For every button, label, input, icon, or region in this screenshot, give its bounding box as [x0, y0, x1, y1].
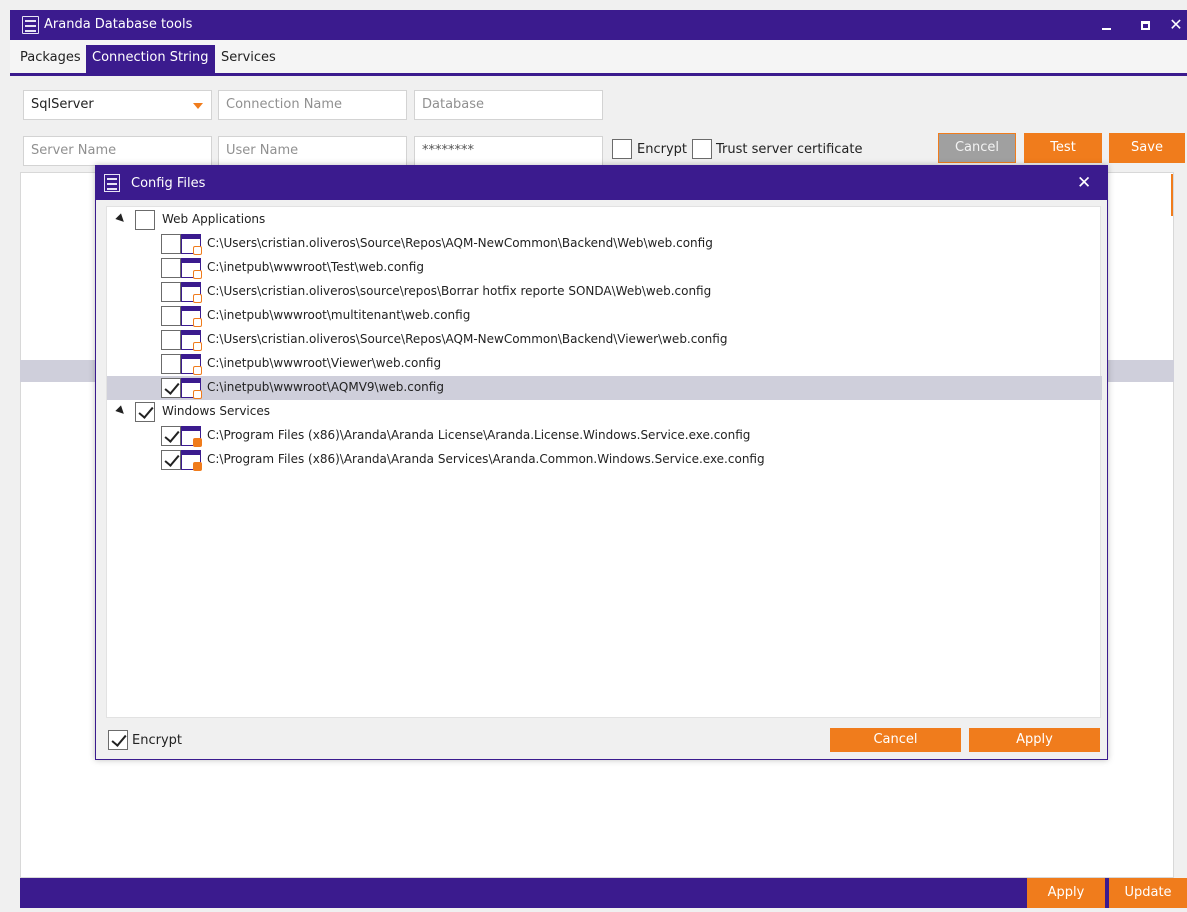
- web-config-icon: [181, 258, 202, 279]
- tree-group-web-applications[interactable]: Web Applications: [107, 208, 1102, 232]
- item-path: C:\Users\cristian.oliveros\source\repos\…: [207, 284, 712, 298]
- tree-item[interactable]: C:\Users\cristian.oliveros\Source\Repos\…: [107, 328, 1102, 352]
- database-input[interactable]: Database: [414, 90, 603, 120]
- provider-select[interactable]: SqlServer: [23, 90, 212, 120]
- update-button[interactable]: Update: [1109, 878, 1187, 908]
- save-button[interactable]: Save: [1109, 133, 1185, 163]
- dialog-title-bar: Config Files ✕: [96, 166, 1107, 200]
- web-config-icon: [181, 378, 202, 399]
- config-files-dialog: Config Files ✕ Web Applications C:\Users…: [95, 165, 1108, 760]
- database-app-icon: [104, 174, 120, 192]
- config-files-tree: Web Applications C:\Users\cristian.olive…: [106, 206, 1102, 718]
- tab-services[interactable]: Services: [215, 45, 282, 73]
- item-checkbox[interactable]: [161, 330, 181, 350]
- collapse-arrow-icon[interactable]: [115, 213, 127, 225]
- group-label: Web Applications: [162, 212, 266, 226]
- tree-item[interactable]: C:\inetpub\wwwroot\multitenant\web.confi…: [107, 304, 1102, 328]
- cancel-button[interactable]: Cancel: [938, 133, 1016, 163]
- item-checkbox[interactable]: [161, 282, 181, 302]
- tree-item[interactable]: C:\inetpub\wwwroot\Test\web.config: [107, 256, 1102, 280]
- dialog-encrypt-checkbox[interactable]: [108, 730, 128, 750]
- tree-item-selected[interactable]: C:\inetpub\wwwroot\AQMV9\web.config: [107, 376, 1102, 400]
- item-checkbox[interactable]: [161, 258, 181, 278]
- group-label: Windows Services: [162, 404, 270, 418]
- server-name-input[interactable]: Server Name: [23, 136, 212, 166]
- dialog-title: Config Files: [131, 176, 206, 191]
- encrypt-label: Encrypt: [637, 142, 687, 157]
- close-dialog-button[interactable]: ✕: [1077, 173, 1091, 193]
- panel-scroll-indicator: [1171, 174, 1173, 216]
- item-path: C:\inetpub\wwwroot\multitenant\web.confi…: [207, 308, 471, 322]
- chevron-down-icon: [193, 103, 203, 109]
- tree-item[interactable]: C:\inetpub\wwwroot\Viewer\web.config: [107, 352, 1102, 376]
- tree-item[interactable]: C:\Users\cristian.oliveros\Source\Repos\…: [107, 232, 1102, 256]
- item-checkbox[interactable]: [161, 378, 181, 398]
- encrypt-checkbox[interactable]: [612, 139, 632, 159]
- minimize-icon: [1101, 28, 1111, 30]
- web-config-icon: [181, 282, 202, 303]
- item-path: C:\inetpub\wwwroot\Viewer\web.config: [207, 356, 442, 370]
- item-checkbox[interactable]: [161, 306, 181, 326]
- dialog-apply-button[interactable]: Apply: [969, 728, 1100, 752]
- service-config-icon: [181, 450, 202, 471]
- item-path: C:\inetpub\wwwroot\AQMV9\web.config: [207, 380, 444, 394]
- password-input[interactable]: ********: [414, 136, 603, 166]
- dialog-cancel-button[interactable]: Cancel: [830, 728, 961, 752]
- tree-item[interactable]: C:\Program Files (x86)\Aranda\Aranda Lic…: [107, 424, 1102, 448]
- web-config-icon: [181, 234, 202, 255]
- service-config-icon: [181, 426, 202, 447]
- user-name-input[interactable]: User Name: [218, 136, 407, 166]
- minimize-button[interactable]: [1088, 10, 1124, 40]
- test-button[interactable]: Test: [1024, 133, 1102, 163]
- close-window-button[interactable]: ✕: [1158, 10, 1187, 40]
- tab-bar: Packages Connection String Services: [10, 40, 1187, 76]
- window-title: Aranda Database tools: [44, 17, 193, 32]
- tree-group-windows-services[interactable]: Windows Services: [107, 400, 1102, 424]
- provider-value: SqlServer: [31, 97, 94, 112]
- trust-certificate-label: Trust server certificate: [716, 142, 863, 157]
- item-path: C:\inetpub\wwwroot\Test\web.config: [207, 260, 424, 274]
- group-checkbox[interactable]: [135, 210, 155, 230]
- maximize-icon: [1140, 21, 1150, 30]
- web-config-icon: [181, 354, 202, 375]
- tree-item[interactable]: C:\Users\cristian.oliveros\source\repos\…: [107, 280, 1102, 304]
- web-config-icon: [181, 330, 202, 351]
- item-checkbox[interactable]: [161, 450, 181, 470]
- item-path: C:\Program Files (x86)\Aranda\Aranda Ser…: [207, 452, 765, 466]
- item-checkbox[interactable]: [161, 426, 181, 446]
- apply-button[interactable]: Apply: [1027, 878, 1105, 908]
- item-checkbox[interactable]: [161, 234, 181, 254]
- trust-certificate-checkbox[interactable]: [692, 139, 712, 159]
- web-config-icon: [181, 306, 202, 327]
- item-path: C:\Users\cristian.oliveros\Source\Repos\…: [207, 236, 713, 250]
- item-path: C:\Program Files (x86)\Aranda\Aranda Lic…: [207, 428, 751, 442]
- tab-packages[interactable]: Packages: [14, 45, 87, 73]
- tree-item[interactable]: C:\Program Files (x86)\Aranda\Aranda Ser…: [107, 448, 1102, 472]
- group-checkbox[interactable]: [135, 402, 155, 422]
- collapse-arrow-icon[interactable]: [115, 405, 127, 417]
- connection-name-input[interactable]: Connection Name: [218, 90, 407, 120]
- item-checkbox[interactable]: [161, 354, 181, 374]
- item-path: C:\Users\cristian.oliveros\Source\Repos\…: [207, 332, 728, 346]
- dialog-encrypt-label: Encrypt: [132, 733, 182, 748]
- status-bar: Apply Update: [20, 878, 1187, 908]
- database-app-icon: [22, 16, 39, 34]
- window-title-bar: Aranda Database tools ✕: [10, 10, 1187, 40]
- tab-connection-string[interactable]: Connection String: [86, 45, 215, 73]
